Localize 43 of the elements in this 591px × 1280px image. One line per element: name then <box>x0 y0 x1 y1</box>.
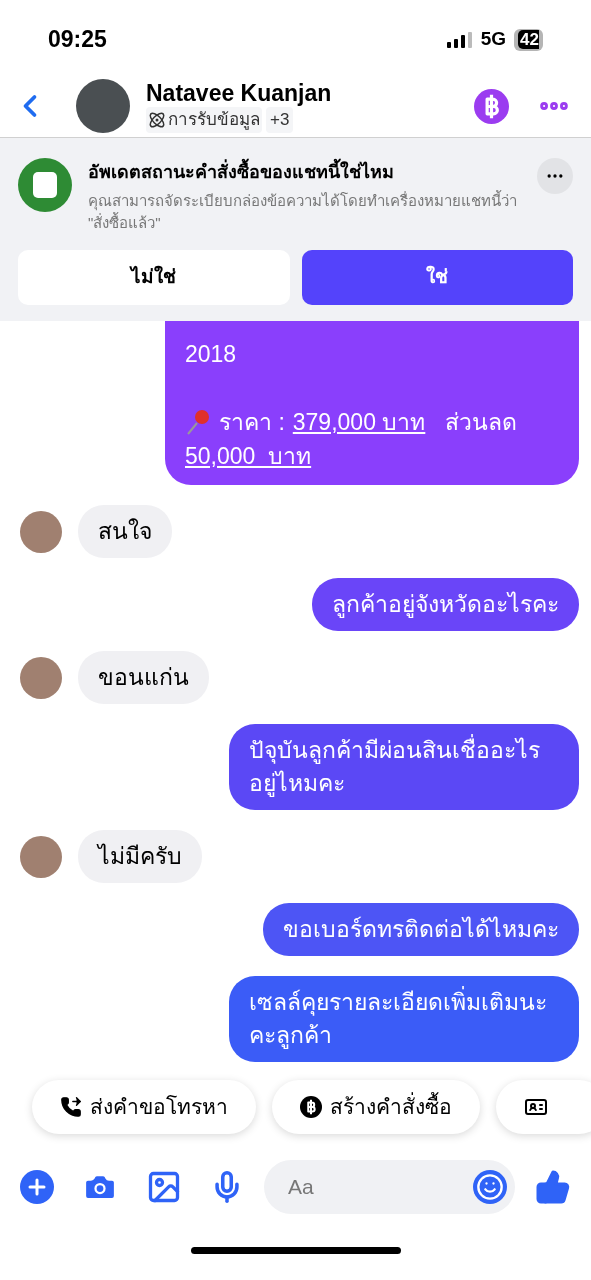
status-time: 09:25 <box>48 25 107 55</box>
message-input[interactable]: Aa <box>264 1160 515 1214</box>
like-icon[interactable] <box>535 1169 571 1205</box>
quick-reply-chip[interactable]: สร้างคำสั่งซื้อ <box>272 1080 480 1134</box>
message-text: 2018 <box>185 340 238 369</box>
message-bubble: ปัจุบันลูกค้ามีผ่อนสินเชื่ออะไรอยู่ไหมคะ <box>229 724 579 810</box>
message-bubble: ลูกค้าอยู่จังหวัดอะไรคะ <box>312 578 579 631</box>
banner-menu-icon[interactable] <box>537 158 573 194</box>
message-bubble: สนใจ <box>78 505 172 558</box>
order-icon <box>18 158 72 212</box>
add-icon[interactable] <box>20 1170 54 1204</box>
price-label: ราคา : <box>219 408 285 437</box>
baht-icon <box>474 88 509 124</box>
battery-indicator: 42 <box>514 28 543 51</box>
price-link[interactable]: 379,000 บาท <box>292 405 426 439</box>
gallery-icon[interactable] <box>146 1169 182 1205</box>
avatar[interactable] <box>20 835 62 878</box>
message-bubble: ไม่มีครับ <box>78 830 202 883</box>
message-field[interactable]: Aa <box>288 1171 473 1203</box>
contact-avatar[interactable] <box>76 79 130 133</box>
message-bubble: ขอเบอร์ดทรติดต่อได้ไหมคะ <box>263 903 579 956</box>
more-tags[interactable]: +3 <box>266 107 294 133</box>
pushpin-icon <box>185 408 211 436</box>
quick-reply-chip[interactable] <box>496 1080 591 1134</box>
banner-button[interactable]: ใช่ <box>301 250 573 305</box>
quick-reply-chip[interactable]: ส่งคำขอโทรหา <box>32 1080 256 1134</box>
avatar[interactable] <box>20 656 62 699</box>
discount-label: ส่วนลด <box>445 408 518 437</box>
baht-icon <box>300 1096 322 1118</box>
label-tag[interactable]: การรับข้อมูล <box>146 107 262 133</box>
network-label: 5G <box>480 27 507 52</box>
discount-link[interactable]: 50,000 บาท <box>185 439 312 473</box>
message-bubble: ขอนแก่น <box>78 651 209 704</box>
banner-text: คุณสามารถจัดระเบียบกล่องข้อความได้โดยทำเครื่องหมายแชทนี้ว่า "สั่งซื้อแล้ว" <box>88 190 518 233</box>
contact-name[interactable]: Natavee Kuanjan <box>146 79 332 108</box>
avatar[interactable] <box>20 510 62 553</box>
signal-icon <box>446 31 473 48</box>
banner-title: อัพเดตสถานะคำสั่งซื้อของแชทนี้ใช่ไหม <box>88 158 521 186</box>
message-bubble: เซลล์คุยรายละเอียดเพิ่มเติมนะคะลูกค้า <box>229 976 579 1062</box>
emoji-icon[interactable] <box>473 1170 507 1204</box>
phone-icon <box>60 1096 82 1118</box>
banner-button[interactable]: ไม่ใช่ <box>18 250 290 305</box>
atom-icon <box>148 111 166 129</box>
